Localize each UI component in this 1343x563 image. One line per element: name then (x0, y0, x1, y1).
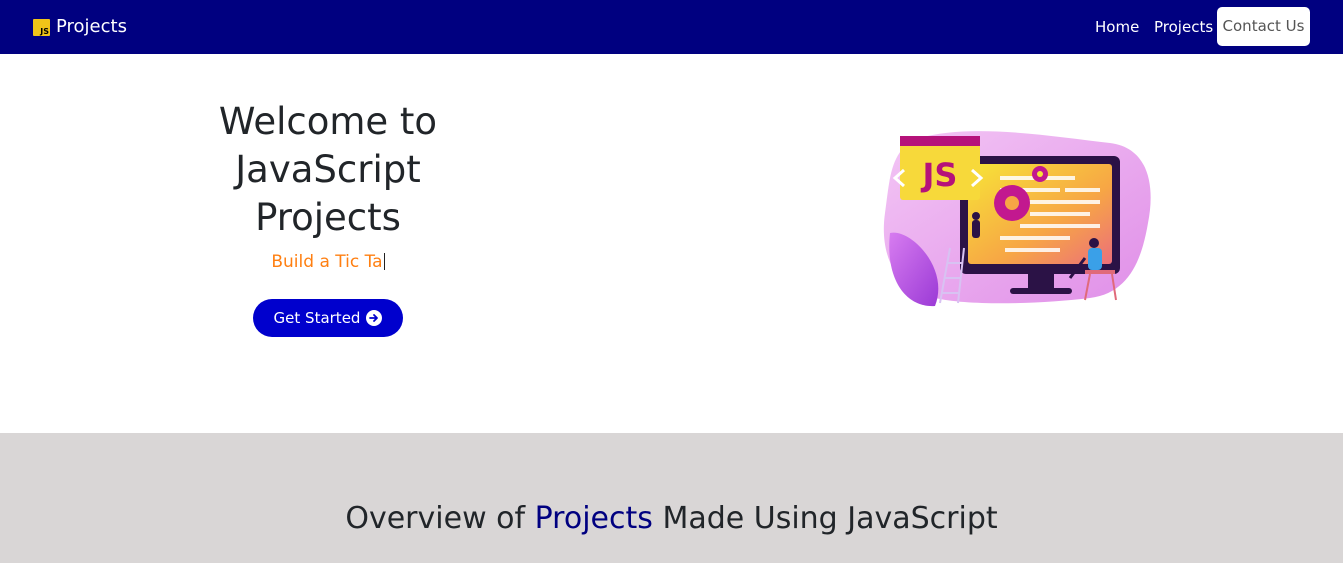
typing-text: Build a Tic Ta (178, 250, 478, 274)
overview-title-highlight: Projects (534, 501, 653, 536)
nav-home-link[interactable]: Home (1095, 17, 1139, 37)
nav-projects-link[interactable]: Projects (1154, 17, 1213, 37)
overview-section: Overview of Projects Made Using JavaScri… (0, 433, 1343, 563)
navbar: JS Projects Home Projects Contact Us (0, 0, 1343, 54)
hero-title: Welcome to JavaScript Projects (178, 98, 478, 242)
javascript-developer-illustration: JS (880, 128, 1155, 310)
hero-title-line-1: Welcome to (218, 100, 438, 143)
typing-cursor (383, 253, 385, 270)
hero-title-line-3: Projects (255, 196, 401, 239)
overview-title-pre: Overview of (345, 501, 526, 536)
brand-link[interactable]: JS Projects (33, 15, 127, 39)
typing-text-content: Build a Tic Ta (271, 252, 383, 272)
get-started-button[interactable]: Get Started (253, 299, 403, 337)
overview-title: Overview of Projects Made Using JavaScri… (0, 499, 1343, 539)
js-logo-icon: JS (33, 18, 50, 36)
contact-us-button[interactable]: Contact Us (1217, 7, 1310, 46)
svg-text:JS: JS (921, 156, 958, 194)
hero-title-line-2: JavaScript (235, 148, 421, 191)
brand-text: Projects (56, 16, 127, 37)
arrow-circle-right-icon (366, 310, 383, 326)
get-started-label: Get Started (273, 309, 361, 327)
overview-title-post: Made Using JavaScript (662, 501, 998, 536)
